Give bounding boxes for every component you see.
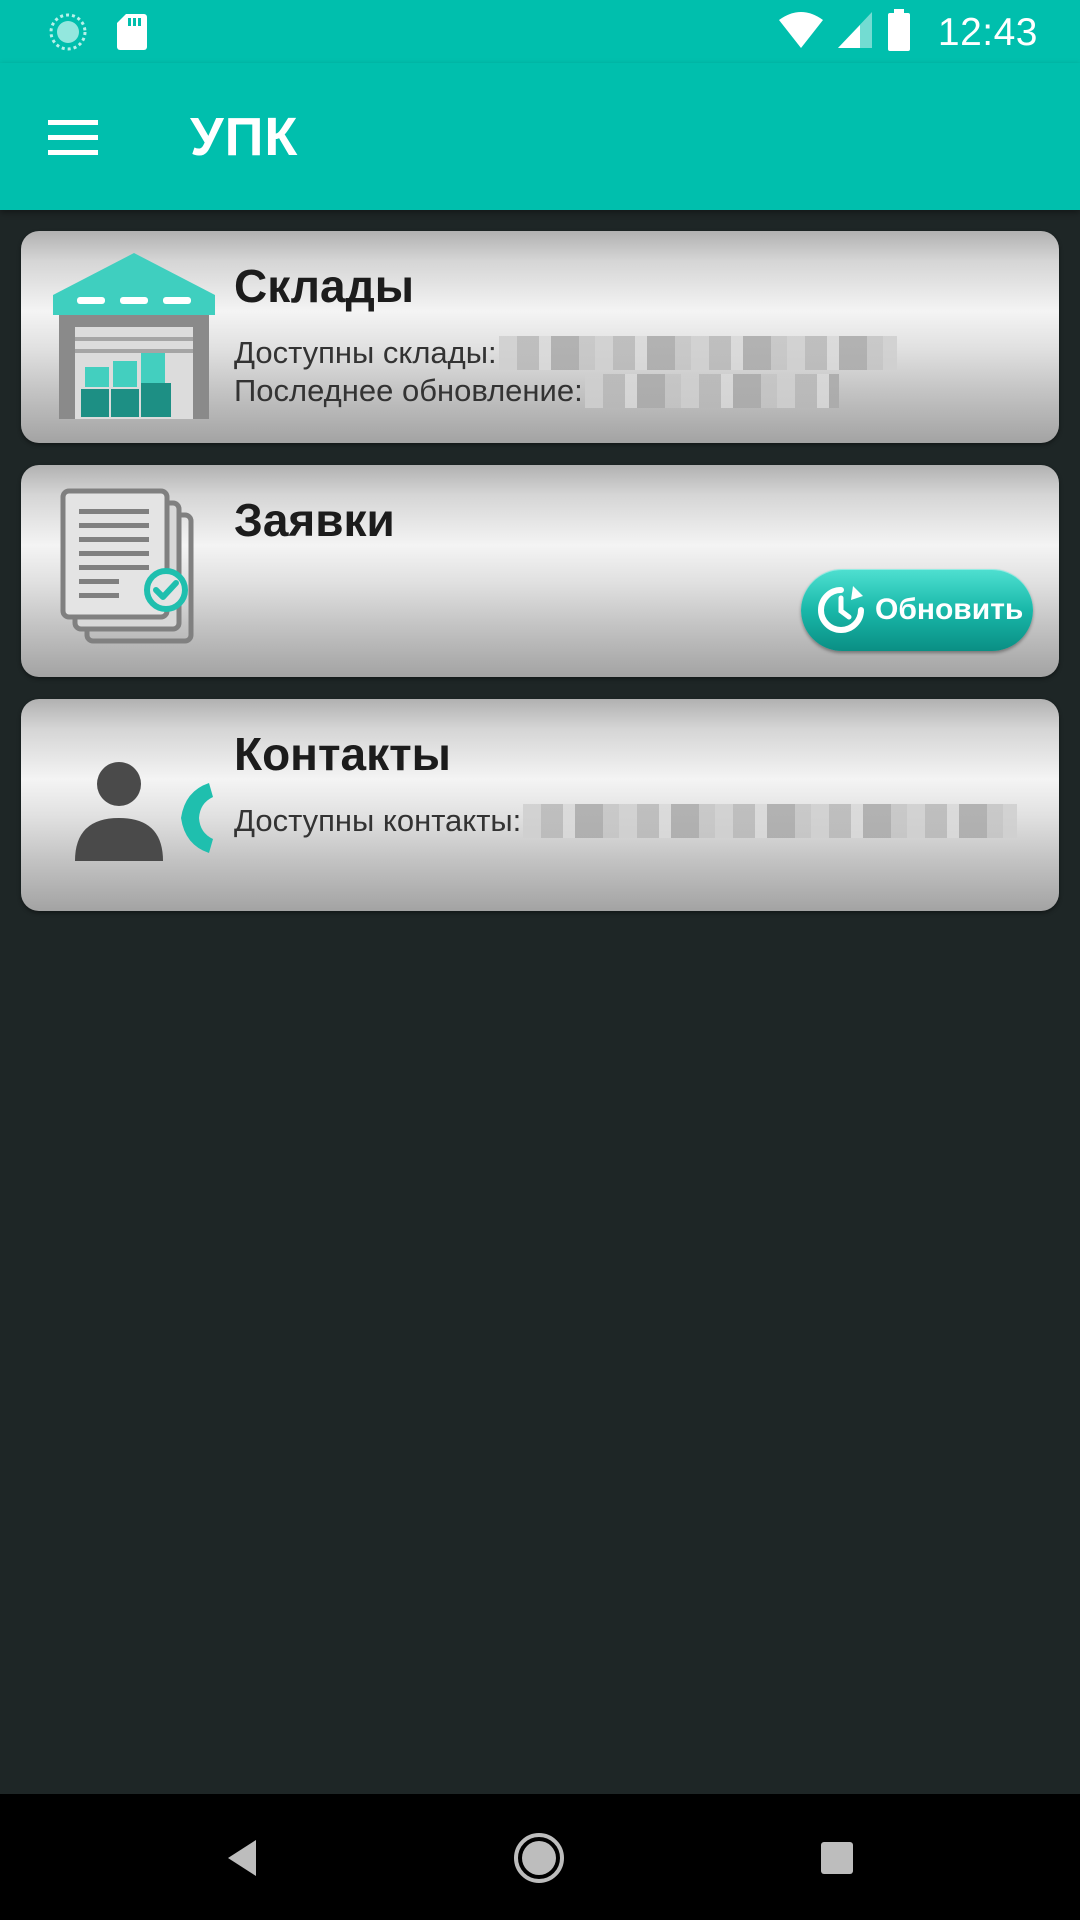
home-icon (514, 1833, 564, 1883)
home-button[interactable] (499, 1818, 579, 1898)
status-time: 12:43 (937, 10, 1038, 54)
requests-card[interactable]: Заявки Обновить (21, 465, 1059, 677)
warehouses-updated-line: Последнее обновление: (234, 373, 839, 409)
redacted-value (498, 336, 897, 370)
status-bar: 12:43 (0, 0, 1080, 63)
recents-icon (821, 1842, 853, 1874)
signal-icon (836, 10, 874, 55)
battery-icon (886, 8, 912, 57)
status-right-icons: 12:43 (778, 8, 1038, 57)
warehouses-available-line: Доступны склады: (234, 335, 897, 371)
menu-button[interactable] (40, 113, 106, 163)
requests-title: Заявки (234, 494, 395, 546)
app-title: УПК (190, 107, 299, 167)
contacts-available-label: Доступны контакты: (234, 803, 522, 838)
refresh-clock-icon (815, 584, 867, 636)
recents-button[interactable] (797, 1818, 877, 1898)
refresh-label: Обновить (875, 593, 1024, 626)
warehouses-available-label: Доступны склады: (234, 335, 497, 370)
redacted-value (584, 374, 839, 408)
contacts-card[interactable]: Контакты Доступны контакты: (21, 699, 1059, 911)
warehouses-updated-label: Последнее обновление: (234, 373, 583, 408)
navigation-bar (0, 1794, 1080, 1920)
contacts-title: Контакты (234, 728, 451, 780)
warehouse-icon (49, 253, 219, 423)
back-button[interactable] (202, 1818, 282, 1898)
sync-icon (48, 12, 88, 57)
warehouses-card[interactable]: Склады Доступны склады: Последнее обновл… (21, 231, 1059, 443)
contact-phone-icon (49, 721, 219, 891)
refresh-button[interactable]: Обновить (801, 569, 1033, 651)
documents-icon (49, 487, 219, 657)
sd-card-icon (116, 12, 148, 57)
wifi-icon (778, 10, 824, 55)
redacted-value (523, 804, 1018, 838)
warehouses-title: Склады (234, 260, 415, 312)
app-bar: УПК (0, 63, 1080, 210)
status-left-icons (48, 12, 148, 57)
back-icon (228, 1840, 256, 1876)
hamburger-menu-icon (48, 120, 98, 155)
contacts-available-line: Доступны контакты: (234, 803, 1018, 839)
